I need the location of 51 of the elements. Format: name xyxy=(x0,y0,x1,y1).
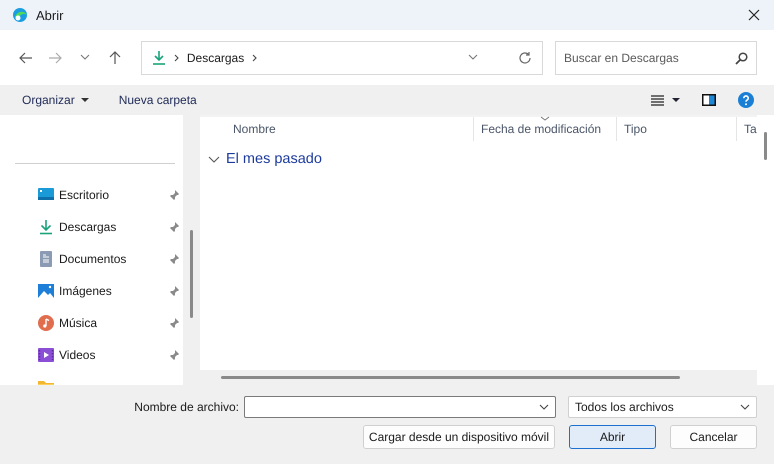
download-arrow-icon xyxy=(38,219,54,235)
file-type-dropdown[interactable]: Todos los archivos xyxy=(568,396,757,418)
chevron-down-icon xyxy=(80,54,90,61)
video-icon xyxy=(38,347,54,363)
caret-down-icon xyxy=(80,98,89,102)
app-icon xyxy=(12,7,28,23)
caret-down-icon xyxy=(672,98,680,102)
breadcrumb-item[interactable]: Descargas xyxy=(186,48,244,66)
window-title: Abrir xyxy=(36,8,64,22)
sidebar-item[interactable]: Videos xyxy=(0,343,183,367)
download-arrow-icon xyxy=(152,50,166,65)
preview-pane-icon xyxy=(702,94,716,106)
list-view-icon xyxy=(651,94,664,106)
address-bar[interactable]: Descargas xyxy=(140,40,543,74)
chevron-down-icon xyxy=(539,404,549,410)
document-icon xyxy=(38,251,54,267)
open-button[interactable]: Abrir xyxy=(569,425,656,449)
sidebar-item[interactable]: Descargas xyxy=(0,215,183,239)
filename-label: Nombre de archivo: xyxy=(134,400,239,414)
organize-menu[interactable]: Organizar xyxy=(14,90,97,110)
sidebar-item[interactable]: Música xyxy=(0,311,183,335)
scrollbar-thumb[interactable] xyxy=(190,230,193,318)
help-icon xyxy=(738,92,754,108)
picture-icon xyxy=(38,283,54,299)
column-header[interactable]: Nombre xyxy=(200,117,474,141)
new-folder-button[interactable]: Nueva carpeta xyxy=(110,90,205,110)
sidebar-item[interactable]: Imágenes xyxy=(0,279,183,303)
column-header[interactable]: Ta xyxy=(737,117,757,141)
scrollbar-thumb[interactable] xyxy=(221,376,680,379)
sidebar-item[interactable]: Escritorio xyxy=(0,183,183,207)
scrollbar-thumb[interactable] xyxy=(764,132,767,160)
upload-from-mobile-button[interactable]: Cargar desde un dispositivo móvil xyxy=(362,425,555,449)
arrow-right-icon xyxy=(48,50,64,64)
cancel-button[interactable]: Cancelar xyxy=(670,425,757,449)
search-icon xyxy=(735,52,748,64)
column-header[interactable]: Tipo xyxy=(617,117,737,141)
chevron-down-icon xyxy=(740,404,750,410)
search-field[interactable]: Buscar en Descargas xyxy=(555,40,757,74)
sidebar-item[interactable]: Documentos xyxy=(0,247,183,271)
chevron-right-icon xyxy=(174,54,179,62)
desktop-icon xyxy=(38,187,54,203)
chevron-down-icon xyxy=(468,54,478,61)
refresh-icon[interactable] xyxy=(518,50,532,64)
close-icon xyxy=(748,9,760,21)
arrow-left-icon xyxy=(18,50,34,64)
chevron-right-icon xyxy=(252,54,258,62)
arrow-up-icon xyxy=(108,50,122,65)
group-header[interactable]: El mes pasado xyxy=(208,151,322,167)
music-note-icon xyxy=(38,315,54,331)
column-header[interactable]: Fecha de modificación xyxy=(474,117,617,141)
filename-field[interactable] xyxy=(244,396,556,418)
